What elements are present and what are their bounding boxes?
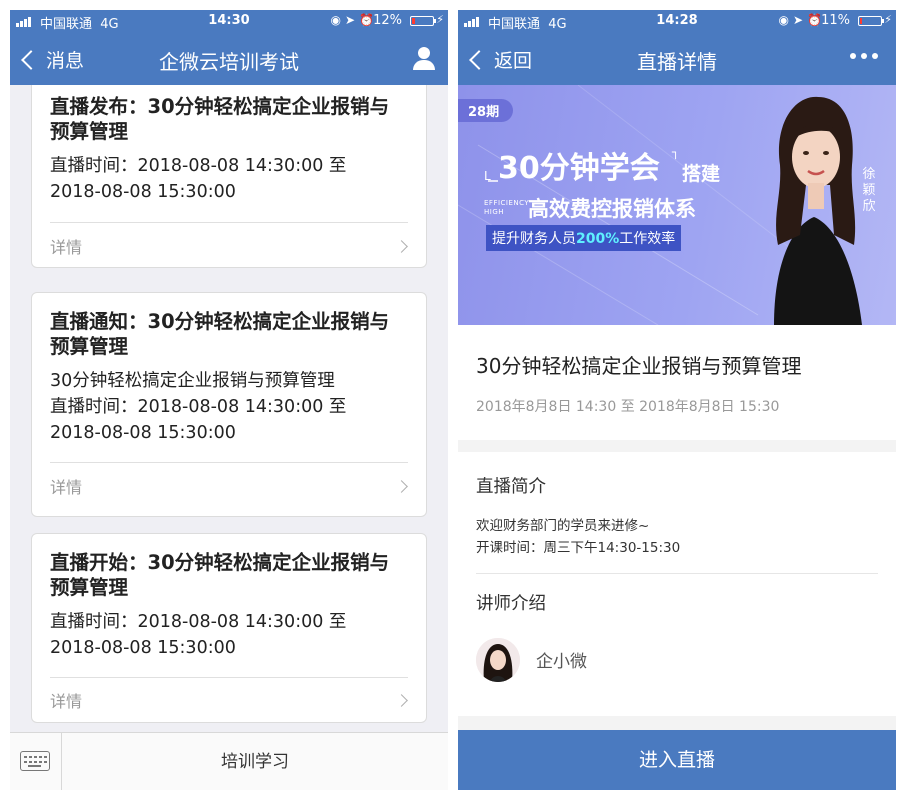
intro-text: 欢迎财务部门的学员来进修~ (476, 518, 650, 534)
card-text: 2018-08-08 15:30:00 (50, 638, 236, 658)
course-title: 30分钟轻松搞定企业报销与预算管理 (476, 354, 802, 378)
teacher-name: 企小微 (536, 652, 587, 672)
intro-heading: 直播简介 (476, 477, 546, 497)
more-options-icon[interactable] (850, 53, 878, 59)
detail-link[interactable]: 详情 (50, 234, 82, 258)
bottom-menu-bar: 培训学习 (10, 732, 448, 790)
charging-icon: ⚡ (436, 13, 444, 26)
card-text: 直播时间：2018-08-08 14:30:00 至 (50, 397, 347, 417)
issue-badge: 28期 (458, 99, 514, 122)
banner-headline-suffix: 搭建 (682, 163, 721, 185)
card-text: 2018-08-08 15:30:00 (50, 423, 236, 443)
section-gap (458, 716, 896, 730)
message-list-screen: 中国联通 4G 14:30 ◉➤⏰ 12% ⚡ 消息 企微云培训考试 直播发布：… (10, 10, 448, 790)
nav-bar: 返回 直播详情 (458, 33, 896, 85)
page-title: 企微云培训考试 (159, 50, 299, 74)
battery-percent: 11% (821, 13, 850, 28)
intro-schedule: 开课时间：周三下午14:30-15:30 (476, 540, 681, 556)
teacher-avatar-image (476, 638, 520, 682)
course-banner: 28期 30分钟学会 ┐ 搭建 L EFFICIENCY HIGH 高效费控报销… (458, 85, 896, 325)
chevron-right-icon (395, 694, 408, 707)
user-profile-icon[interactable] (410, 45, 438, 73)
card-text: 直播时间：2018-08-08 14:30:00 至 (50, 156, 347, 176)
card-title: 直播发布：30分钟轻松搞定企业报销与预算管理 (50, 95, 390, 143)
keyboard-icon (20, 751, 50, 771)
message-feed[interactable]: 直播发布：30分钟轻松搞定企业报销与预算管理 直播时间：2018-08-08 1… (10, 85, 448, 732)
status-icons: ◉➤⏰ (778, 13, 826, 27)
card-text: 2018-08-08 15:30:00 (50, 182, 236, 202)
teacher-heading: 讲师介绍 (476, 594, 546, 614)
banner-corner-mark: L (484, 169, 491, 183)
section-gap (458, 440, 896, 452)
card-text: 直播时间：2018-08-08 14:30:00 至 (50, 612, 347, 632)
banner-bracket: ┐ (672, 145, 680, 159)
divider (476, 573, 878, 574)
chevron-right-icon (395, 480, 408, 493)
keyboard-toggle-button[interactable] (10, 733, 62, 790)
message-card: 直播通知：30分钟轻松搞定企业报销与预算管理 30分钟轻松搞定企业报销与预算管理… (31, 292, 427, 517)
detail-link[interactable]: 详情 (50, 474, 82, 498)
banner-subtitle: 高效费控报销体系 (528, 197, 696, 221)
banner-tagline: 提升财务人员200%工作效率 (486, 225, 682, 251)
card-text: 30分钟轻松搞定企业报销与预算管理 (50, 371, 335, 391)
banner-efficiency-text: EFFICIENCY HIGH (484, 199, 530, 216)
presenter-name: 徐颖欣 (862, 167, 876, 214)
chevron-right-icon (395, 240, 408, 253)
live-detail-screen: 中国联通 4G 14:28 ◉➤⏰ 11% ⚡ 返回 直播详情 28期 30分钟… (458, 10, 896, 790)
enter-live-button[interactable]: 进入直播 (458, 730, 896, 790)
card-title: 直播通知：30分钟轻松搞定企业报销与预算管理 (50, 310, 390, 358)
banner-headline: 30分钟学会 (498, 151, 660, 186)
divider (50, 222, 408, 223)
status-icons: ◉➤⏰ (330, 13, 378, 27)
page-title: 直播详情 (637, 50, 717, 74)
teacher-avatar[interactable] (476, 638, 520, 682)
battery-icon (410, 16, 436, 26)
charging-icon: ⚡ (884, 13, 892, 26)
message-card: 直播发布：30分钟轻松搞定企业报销与预算管理 直播时间：2018-08-08 1… (31, 85, 427, 268)
status-bar: 中国联通 4G 14:30 ◉➤⏰ 12% ⚡ (10, 10, 448, 33)
battery-icon (858, 16, 884, 26)
nav-bar: 消息 企微云培训考试 (10, 33, 448, 85)
battery-percent: 12% (373, 13, 402, 28)
divider (50, 677, 408, 678)
course-time: 2018年8月8日 14:30 至 2018年8月8日 15:30 (476, 399, 780, 415)
menu-item-training[interactable]: 培训学习 (62, 733, 448, 790)
message-card: 直播开始：30分钟轻松搞定企业报销与预算管理 直播时间：2018-08-08 1… (31, 533, 427, 723)
divider (50, 462, 408, 463)
status-bar: 中国联通 4G 14:28 ◉➤⏰ 11% ⚡ (458, 10, 896, 33)
detail-link[interactable]: 详情 (50, 688, 82, 712)
card-title: 直播开始：30分钟轻松搞定企业报销与预算管理 (50, 551, 390, 599)
